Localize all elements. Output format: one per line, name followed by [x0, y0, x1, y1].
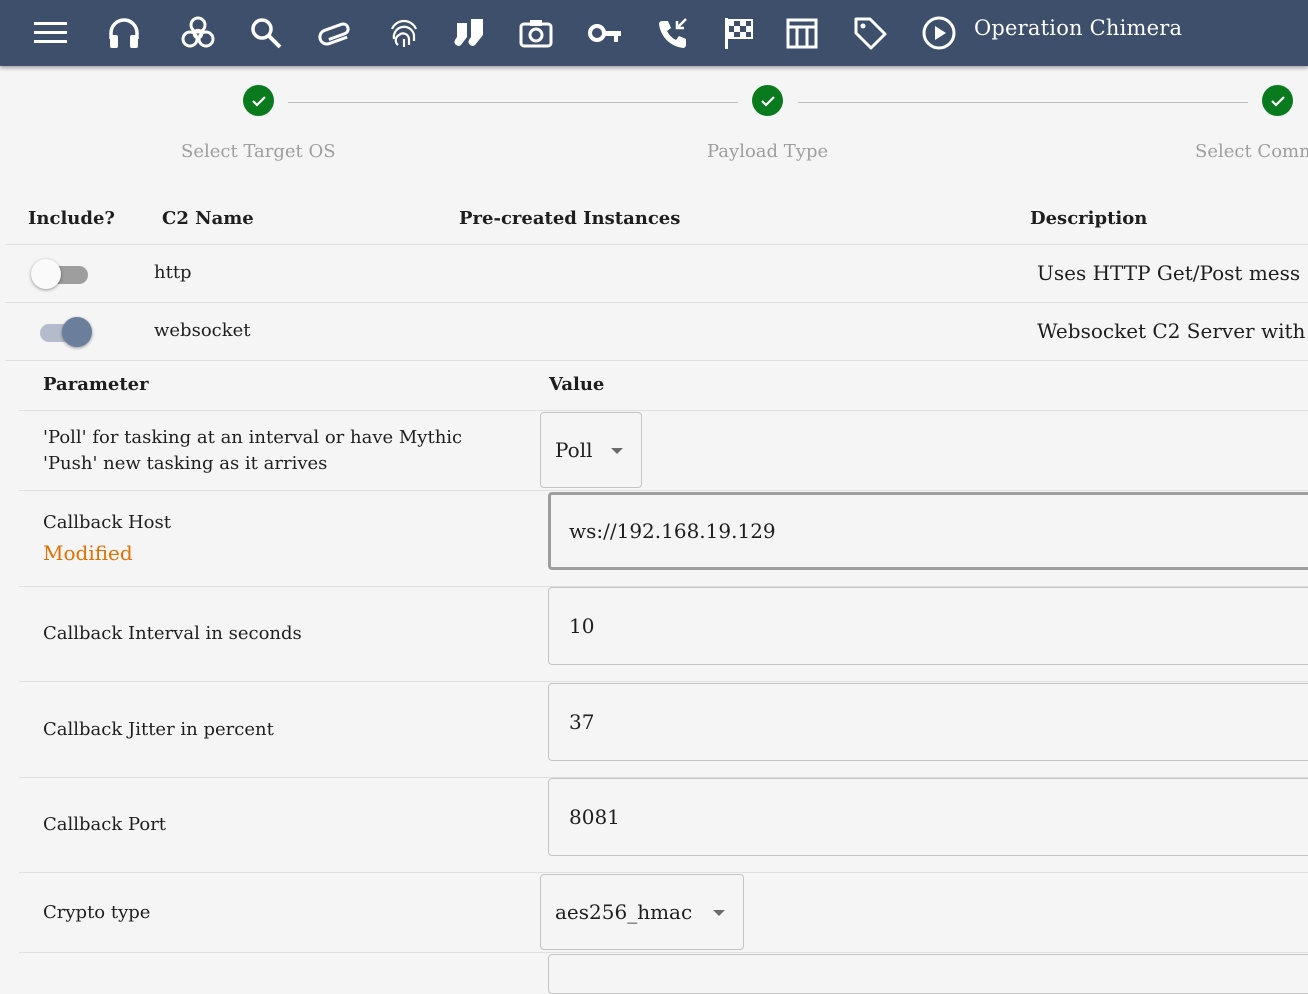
paperclip-icon[interactable]	[315, 13, 355, 53]
step-complete-icon	[243, 85, 274, 116]
mode-select[interactable]: Poll	[540, 412, 642, 488]
callback-jitter-input[interactable]	[548, 683, 1308, 761]
divider	[5, 302, 1308, 303]
param-label: Callback Interval in seconds	[43, 623, 302, 644]
step-complete-icon	[752, 85, 783, 116]
biohazard-icon[interactable]	[178, 13, 218, 53]
column-header-c2-name: C2 Name	[162, 208, 254, 229]
fingerprint-icon[interactable]	[384, 13, 424, 53]
divider	[19, 681, 1308, 682]
select-value: Poll	[555, 438, 593, 462]
search-icon[interactable]	[246, 13, 286, 53]
divider	[19, 490, 1308, 491]
divider	[19, 410, 1308, 411]
param-label: Callback Port	[43, 814, 167, 835]
tag-icon[interactable]	[850, 13, 890, 53]
c2-description: Uses HTTP Get/Post mess	[1037, 261, 1301, 285]
include-switch-websocket[interactable]	[35, 317, 95, 347]
select-value: aes256_hmac	[555, 900, 693, 924]
phone-callback-icon[interactable]	[654, 13, 694, 53]
step-label: Payload Type	[707, 141, 829, 162]
column-header-instances: Pre-created Instances	[459, 208, 681, 229]
column-header-value: Value	[549, 374, 605, 395]
camera-icon[interactable]	[516, 13, 556, 53]
c2-name: websocket	[154, 320, 251, 341]
key-icon[interactable]	[585, 13, 625, 53]
include-switch-http[interactable]	[31, 259, 93, 289]
crypto-type-select[interactable]: aes256_hmac	[540, 874, 744, 950]
socks-icon[interactable]	[450, 13, 490, 53]
param-label: Callback Host	[43, 512, 171, 533]
column-header-parameter: Parameter	[43, 374, 149, 395]
step-label: Select Target OS	[181, 141, 336, 162]
divider	[19, 872, 1308, 873]
step-connector	[798, 102, 1248, 103]
chevron-down-icon	[611, 448, 623, 454]
app-bar: Operation Chimera	[0, 0, 1308, 66]
step-complete-icon	[1262, 85, 1293, 116]
step-connector	[288, 102, 738, 103]
callback-port-input[interactable]	[548, 778, 1308, 856]
play-circle-icon[interactable]	[919, 13, 959, 53]
checkered-flag-icon[interactable]	[718, 13, 758, 53]
divider	[5, 244, 1308, 245]
step-label: Select Comm	[1195, 141, 1308, 162]
callback-host-input[interactable]	[548, 492, 1308, 570]
column-header-description: Description	[1030, 208, 1148, 229]
param-label: 'Poll' for tasking at an interval or hav…	[43, 427, 463, 474]
table-icon[interactable]	[782, 13, 822, 53]
c2-description: Websocket C2 Server with	[1037, 319, 1306, 343]
operation-title: Operation Chimera	[974, 16, 1183, 40]
next-param-input[interactable]	[548, 954, 1308, 994]
divider	[19, 952, 1308, 953]
chevron-down-icon	[713, 910, 725, 916]
column-header-include: Include?	[28, 208, 115, 229]
menu-icon[interactable]	[29, 13, 69, 53]
modified-badge: Modified	[43, 541, 133, 565]
c2-name: http	[154, 262, 192, 283]
divider	[5, 360, 1308, 361]
param-label: Callback Jitter in percent	[43, 719, 274, 740]
callback-interval-input[interactable]	[548, 587, 1308, 665]
headphones-icon[interactable]	[104, 13, 144, 53]
param-label: Crypto type	[43, 902, 151, 923]
